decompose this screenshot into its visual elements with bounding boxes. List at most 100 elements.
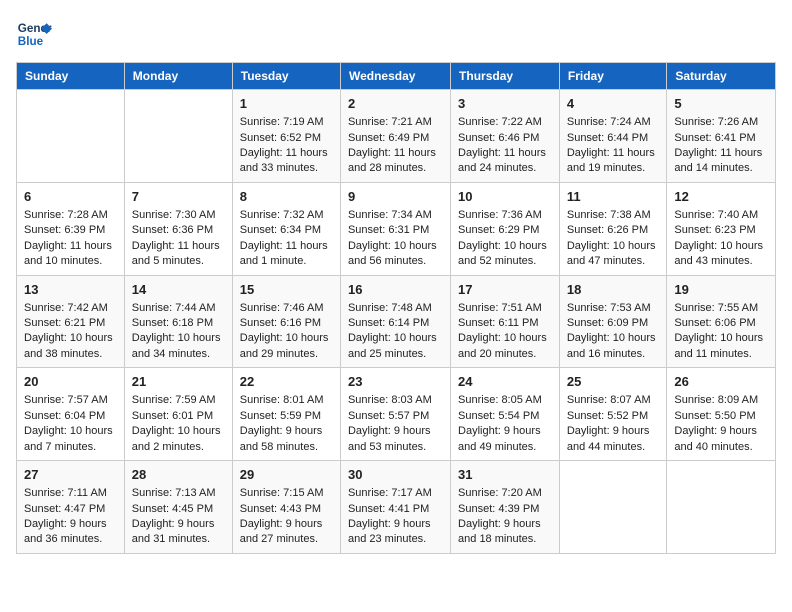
day-header-wednesday: Wednesday	[340, 63, 450, 90]
calendar-cell: 1Sunrise: 7:19 AMSunset: 6:52 PMDaylight…	[232, 90, 340, 183]
day-number: 31	[458, 466, 552, 484]
day-info-line: Sunset: 6:06 PM	[674, 316, 768, 331]
day-number: 8	[240, 188, 333, 206]
day-info-line: Daylight: 10 hours	[240, 331, 333, 346]
calendar-cell: 6Sunrise: 7:28 AMSunset: 6:39 PMDaylight…	[17, 182, 125, 275]
day-info-line: Sunrise: 8:03 AM	[348, 393, 443, 408]
day-info-line: Sunset: 6:16 PM	[240, 316, 333, 331]
day-info-line: Daylight: 11 hours	[674, 146, 768, 161]
calendar-week-3: 13Sunrise: 7:42 AMSunset: 6:21 PMDayligh…	[17, 275, 776, 368]
day-info-line: Sunset: 4:45 PM	[132, 502, 225, 517]
day-info-line: Sunrise: 7:21 AM	[348, 115, 443, 130]
calendar-cell: 24Sunrise: 8:05 AMSunset: 5:54 PMDayligh…	[451, 368, 560, 461]
day-number: 15	[240, 281, 333, 299]
day-info-line: Sunrise: 7:48 AM	[348, 301, 443, 316]
day-info-line: Daylight: 11 hours	[567, 146, 660, 161]
day-info-line: Sunset: 6:36 PM	[132, 223, 225, 238]
calendar-cell	[667, 461, 776, 554]
day-number: 11	[567, 188, 660, 206]
day-number: 18	[567, 281, 660, 299]
day-number: 14	[132, 281, 225, 299]
day-number: 22	[240, 373, 333, 391]
day-info-line: Daylight: 10 hours	[674, 331, 768, 346]
day-info-line: Daylight: 11 hours	[240, 239, 333, 254]
calendar-cell: 9Sunrise: 7:34 AMSunset: 6:31 PMDaylight…	[340, 182, 450, 275]
day-info-line: Sunset: 4:41 PM	[348, 502, 443, 517]
logo: General Blue	[16, 16, 52, 52]
day-number: 1	[240, 95, 333, 113]
day-info-line: and 33 minutes.	[240, 161, 333, 176]
day-info-line: Sunrise: 7:17 AM	[348, 486, 443, 501]
day-header-monday: Monday	[124, 63, 232, 90]
calendar-cell: 27Sunrise: 7:11 AMSunset: 4:47 PMDayligh…	[17, 461, 125, 554]
calendar-week-2: 6Sunrise: 7:28 AMSunset: 6:39 PMDaylight…	[17, 182, 776, 275]
day-info-line: Sunset: 5:50 PM	[674, 409, 768, 424]
day-info-line: Sunrise: 7:11 AM	[24, 486, 117, 501]
day-info-line: Sunrise: 8:09 AM	[674, 393, 768, 408]
day-header-tuesday: Tuesday	[232, 63, 340, 90]
day-info-line: Daylight: 11 hours	[240, 146, 333, 161]
day-info-line: and 29 minutes.	[240, 347, 333, 362]
day-number: 5	[674, 95, 768, 113]
day-info-line: and 11 minutes.	[674, 347, 768, 362]
day-info-line: Daylight: 11 hours	[348, 146, 443, 161]
day-number: 28	[132, 466, 225, 484]
calendar-table: SundayMondayTuesdayWednesdayThursdayFrid…	[16, 62, 776, 554]
calendar-cell: 13Sunrise: 7:42 AMSunset: 6:21 PMDayligh…	[17, 275, 125, 368]
day-info-line: Daylight: 10 hours	[567, 239, 660, 254]
calendar-cell: 12Sunrise: 7:40 AMSunset: 6:23 PMDayligh…	[667, 182, 776, 275]
day-info-line: Sunset: 5:52 PM	[567, 409, 660, 424]
calendar-cell: 15Sunrise: 7:46 AMSunset: 6:16 PMDayligh…	[232, 275, 340, 368]
day-info-line: Daylight: 9 hours	[458, 517, 552, 532]
day-info-line: Daylight: 10 hours	[458, 239, 552, 254]
day-info-line: Sunset: 6:14 PM	[348, 316, 443, 331]
day-header-thursday: Thursday	[451, 63, 560, 90]
day-info-line: and 20 minutes.	[458, 347, 552, 362]
day-info-line: and 10 minutes.	[24, 254, 117, 269]
day-number: 6	[24, 188, 117, 206]
day-info-line: Sunset: 6:18 PM	[132, 316, 225, 331]
day-info-line: and 16 minutes.	[567, 347, 660, 362]
day-info-line: and 1 minute.	[240, 254, 333, 269]
day-info-line: Daylight: 10 hours	[24, 424, 117, 439]
day-info-line: Sunset: 4:43 PM	[240, 502, 333, 517]
day-info-line: Sunrise: 7:36 AM	[458, 208, 552, 223]
day-info-line: Sunrise: 7:32 AM	[240, 208, 333, 223]
day-info-line: Sunrise: 7:20 AM	[458, 486, 552, 501]
calendar-cell: 31Sunrise: 7:20 AMSunset: 4:39 PMDayligh…	[451, 461, 560, 554]
calendar-cell: 14Sunrise: 7:44 AMSunset: 6:18 PMDayligh…	[124, 275, 232, 368]
day-number: 16	[348, 281, 443, 299]
day-info-line: Daylight: 11 hours	[458, 146, 552, 161]
day-info-line: Sunset: 6:46 PM	[458, 131, 552, 146]
day-number: 17	[458, 281, 552, 299]
day-number: 3	[458, 95, 552, 113]
calendar-cell: 16Sunrise: 7:48 AMSunset: 6:14 PMDayligh…	[340, 275, 450, 368]
calendar-cell: 5Sunrise: 7:26 AMSunset: 6:41 PMDaylight…	[667, 90, 776, 183]
day-info-line: Daylight: 9 hours	[240, 424, 333, 439]
day-info-line: Sunrise: 7:13 AM	[132, 486, 225, 501]
day-info-line: Sunset: 6:44 PM	[567, 131, 660, 146]
day-info-line: Sunset: 6:23 PM	[674, 223, 768, 238]
svg-text:Blue: Blue	[18, 35, 44, 48]
day-info-line: Sunrise: 7:19 AM	[240, 115, 333, 130]
day-info-line: Sunset: 6:04 PM	[24, 409, 117, 424]
day-number: 20	[24, 373, 117, 391]
day-info-line: and 52 minutes.	[458, 254, 552, 269]
day-info-line: and 18 minutes.	[458, 532, 552, 547]
day-info-line: Daylight: 9 hours	[458, 424, 552, 439]
day-info-line: Sunset: 6:41 PM	[674, 131, 768, 146]
day-info-line: and 56 minutes.	[348, 254, 443, 269]
day-info-line: and 34 minutes.	[132, 347, 225, 362]
calendar-cell	[559, 461, 667, 554]
calendar-cell: 4Sunrise: 7:24 AMSunset: 6:44 PMDaylight…	[559, 90, 667, 183]
calendar-cell	[124, 90, 232, 183]
day-number: 26	[674, 373, 768, 391]
day-info-line: Daylight: 9 hours	[567, 424, 660, 439]
calendar-cell: 2Sunrise: 7:21 AMSunset: 6:49 PMDaylight…	[340, 90, 450, 183]
day-info-line: and 25 minutes.	[348, 347, 443, 362]
day-info-line: Sunrise: 7:15 AM	[240, 486, 333, 501]
day-info-line: Sunset: 6:21 PM	[24, 316, 117, 331]
day-number: 13	[24, 281, 117, 299]
day-info-line: Sunset: 6:31 PM	[348, 223, 443, 238]
day-info-line: Sunrise: 7:55 AM	[674, 301, 768, 316]
